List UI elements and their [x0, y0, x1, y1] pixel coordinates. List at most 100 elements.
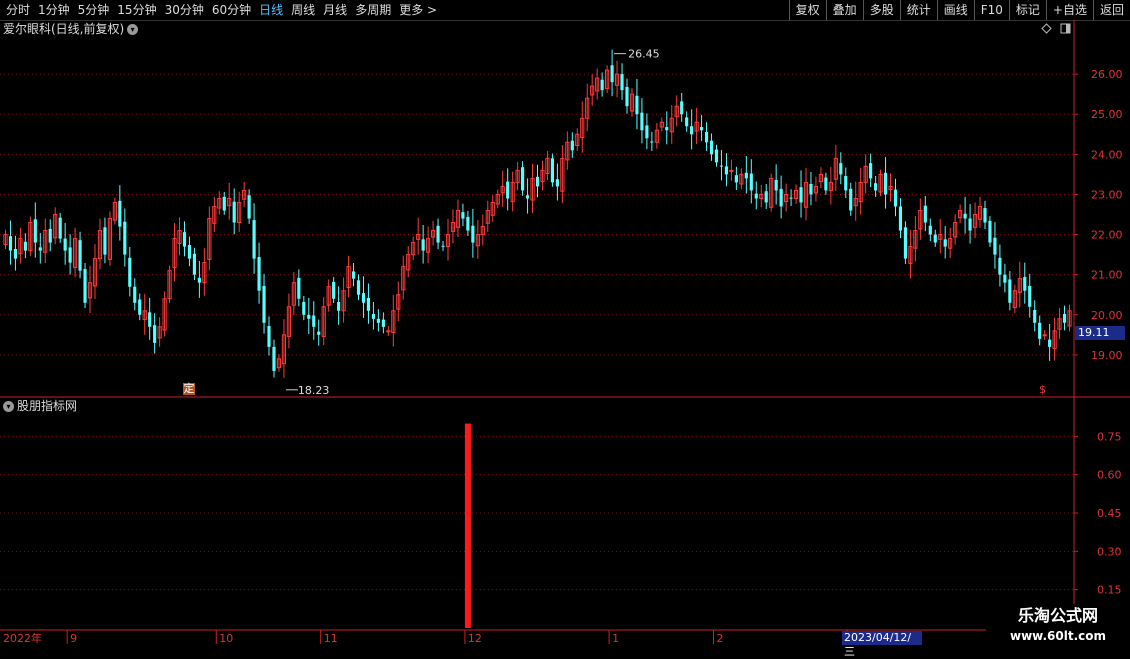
candle-body — [719, 165, 724, 167]
candle-body — [182, 232, 187, 247]
candle-body — [1003, 274, 1007, 283]
price-tick-label: 22.00 — [1091, 229, 1123, 242]
candle-body — [824, 177, 828, 191]
candle-body — [620, 74, 624, 91]
candle-body — [332, 281, 336, 299]
price-tick-label: 25.00 — [1091, 108, 1123, 121]
candle-body — [222, 196, 226, 211]
candle-body — [118, 200, 122, 227]
candle-body — [844, 175, 848, 191]
price-tick-label: 20.00 — [1091, 309, 1123, 322]
candle-body — [635, 95, 639, 115]
candle-body — [1042, 334, 1047, 337]
candle-body — [749, 173, 753, 191]
candle-body — [33, 219, 37, 243]
candle-body — [312, 315, 316, 327]
candle-body — [724, 166, 729, 175]
candle-body — [923, 205, 927, 223]
candle-body — [267, 326, 271, 347]
date-tick-label: 9 — [70, 632, 77, 645]
ding-marker[interactable]: 定 — [183, 383, 195, 395]
candle-body — [436, 225, 440, 243]
candle-body — [38, 247, 42, 251]
candle-body — [685, 117, 689, 127]
date-tick-label: 1 — [612, 632, 619, 645]
candle-body — [337, 301, 341, 311]
indicator-tick-label: 0.60 — [1097, 469, 1122, 482]
candle-body — [103, 227, 107, 255]
candle-body — [610, 65, 614, 83]
candle-body — [625, 86, 629, 107]
candle-body — [123, 221, 127, 255]
candle-body — [709, 140, 714, 155]
candle-body — [993, 237, 997, 255]
watermark: 乐淘公式网 www.60lt.com — [986, 604, 1130, 650]
candle-body — [351, 271, 356, 279]
candle-body — [650, 141, 654, 143]
dollar-marker[interactable]: $ — [1039, 384, 1046, 396]
date-tick-label: 10 — [219, 632, 233, 645]
candle-body — [839, 163, 843, 175]
candle-body — [714, 149, 719, 163]
candle-body — [58, 217, 62, 239]
candle-body — [23, 241, 27, 251]
candle-body — [550, 158, 555, 183]
candle-body — [272, 346, 276, 371]
candle-body — [1033, 309, 1037, 323]
candle-body — [78, 240, 82, 271]
price-tick-label: 21.00 — [1091, 269, 1123, 282]
watermark-title: 乐淘公式网 — [1017, 606, 1098, 625]
candle-body — [192, 253, 197, 275]
candle-body — [252, 220, 256, 259]
candle-body — [317, 331, 321, 335]
candle-body — [386, 330, 391, 333]
candle-body — [68, 247, 72, 263]
candle-body — [376, 318, 380, 323]
candle-body — [640, 112, 644, 131]
candle-body — [690, 126, 694, 135]
candle-body — [525, 195, 530, 199]
candle-body — [734, 175, 738, 183]
candle-body — [754, 193, 758, 199]
high-price-label: 26.45 — [628, 48, 660, 61]
candle-body — [128, 257, 132, 287]
candle-body — [148, 312, 152, 327]
candle-body — [680, 101, 684, 115]
candle-body — [983, 208, 987, 223]
candle-body — [968, 218, 972, 231]
candle-body — [704, 131, 709, 143]
low-price-label: 18.23 — [298, 384, 330, 397]
candle-body — [461, 212, 465, 219]
candle-body — [1038, 322, 1042, 339]
last-price-badge: 19.11 — [1075, 326, 1125, 340]
candle-body — [13, 248, 18, 259]
date-tick-label: 2022年 — [3, 631, 42, 645]
candle-body — [898, 206, 903, 231]
indicator-tick-label: 0.30 — [1097, 545, 1122, 558]
stock-chart[interactable]: 26.00 25.00 24.00 23.00 22.00 21.00 20.00 19.00… — [0, 0, 1130, 650]
candle-body — [535, 176, 540, 187]
indicator-signal-bar — [464, 423, 471, 628]
date-tick-label: 2 — [716, 632, 723, 645]
candle-body — [307, 314, 311, 319]
candle-body — [1028, 285, 1032, 307]
selected-date-badge: 2023/04/12/三 — [842, 631, 922, 658]
price-tick-label: 23.00 — [1091, 188, 1123, 201]
candle-body — [471, 225, 475, 243]
candle-body — [963, 213, 967, 219]
candle-body — [197, 277, 201, 283]
candle-body — [645, 125, 649, 139]
candle-body — [371, 313, 376, 319]
indicator-tick-label: 0.75 — [1097, 430, 1122, 443]
candle-body — [366, 297, 371, 311]
watermark-url: www.60lt.com — [1009, 629, 1107, 643]
candle-body — [262, 285, 266, 323]
candle-body — [441, 245, 445, 247]
indicator-tick-label: 0.45 — [1097, 507, 1122, 520]
candle-body — [506, 181, 510, 199]
candle-body — [1008, 279, 1012, 303]
candle-body — [1048, 339, 1052, 347]
candle-body — [302, 301, 306, 315]
candle-body — [744, 172, 748, 179]
candle-body — [869, 163, 873, 179]
